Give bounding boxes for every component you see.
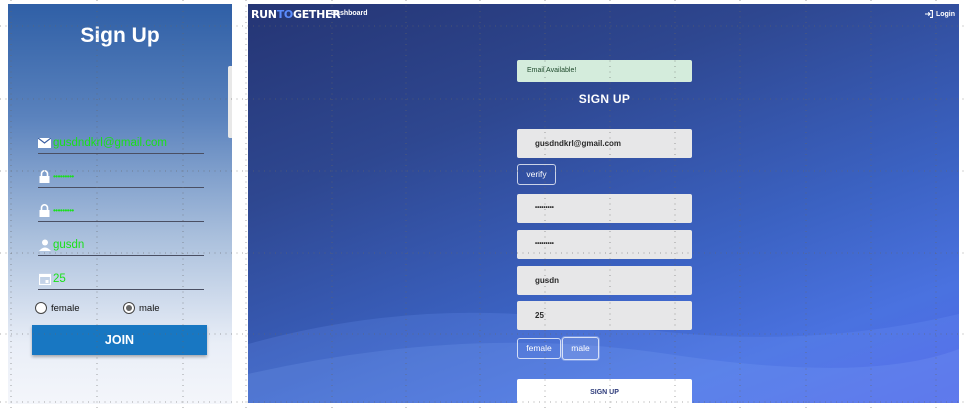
gender-male-label: male [139,302,160,314]
gender-radio-group: female male [35,302,215,318]
sign-up-button[interactable]: SIGN UP [517,379,692,403]
age-field[interactable]: 25 [38,268,204,290]
password-field[interactable]: ••••••••• [38,166,204,188]
nav-login-link[interactable]: Login [924,10,955,18]
gender-female-radio[interactable]: female [35,302,80,314]
gender-female-label: female [51,302,80,314]
scrollbar[interactable] [228,66,232,138]
nav-login-label: Login [935,10,955,18]
logo-run: RUN [251,8,277,21]
radio-circle [35,302,47,314]
calendar-icon [38,272,51,285]
email-field[interactable]: gusdndkrl@gmail.com [38,132,204,154]
nav-dashboard-link[interactable]: Dashboard [331,10,368,17]
site-logo[interactable]: RUNTOGETHER [251,8,341,21]
password-input[interactable]: ••••••••• [517,194,692,223]
gender-female-button[interactable]: female [517,338,561,359]
page-title: Sign Up [80,24,160,47]
name-field[interactable]: gusdn [38,234,204,256]
name-value: gusdn [53,238,85,251]
age-input[interactable]: 25 [517,301,692,330]
name-input[interactable]: gusdn [517,266,692,295]
lock-icon [38,204,51,217]
email-value: gusdndkrl@gmail.com [53,136,167,149]
radio-circle-selected [123,302,135,314]
gender-male-radio[interactable]: male [123,302,160,314]
lock-icon [38,170,51,183]
password-confirm-value: ••••••••• [53,206,74,215]
join-button[interactable]: JOIN [32,325,207,355]
password-confirm-field[interactable]: ••••••••• [38,200,204,222]
page-title: SIGN UP [578,92,631,106]
age-value: 25 [53,272,66,285]
sign-in-icon [924,10,933,18]
person-icon [38,238,51,251]
top-navbar: RUNTOGETHER Dashboard Login [248,4,959,26]
mobile-signup-screen: Sign Up gusdndkrl@gmail.com ••••••••• ••… [8,4,232,404]
password-confirm-input[interactable]: ••••••••• [517,230,692,259]
verify-button[interactable]: verify [517,164,556,185]
password-value: ••••••••• [53,172,74,181]
gender-male-button[interactable]: male [562,337,599,360]
web-signup-page: RUNTOGETHER Dashboard Login Email Availa… [248,4,959,403]
logo-to: TO [276,8,294,21]
mail-icon [38,136,51,149]
email-input[interactable]: gusdndkrl@gmail.com [517,129,692,158]
email-available-alert: Email Available! [517,60,692,82]
